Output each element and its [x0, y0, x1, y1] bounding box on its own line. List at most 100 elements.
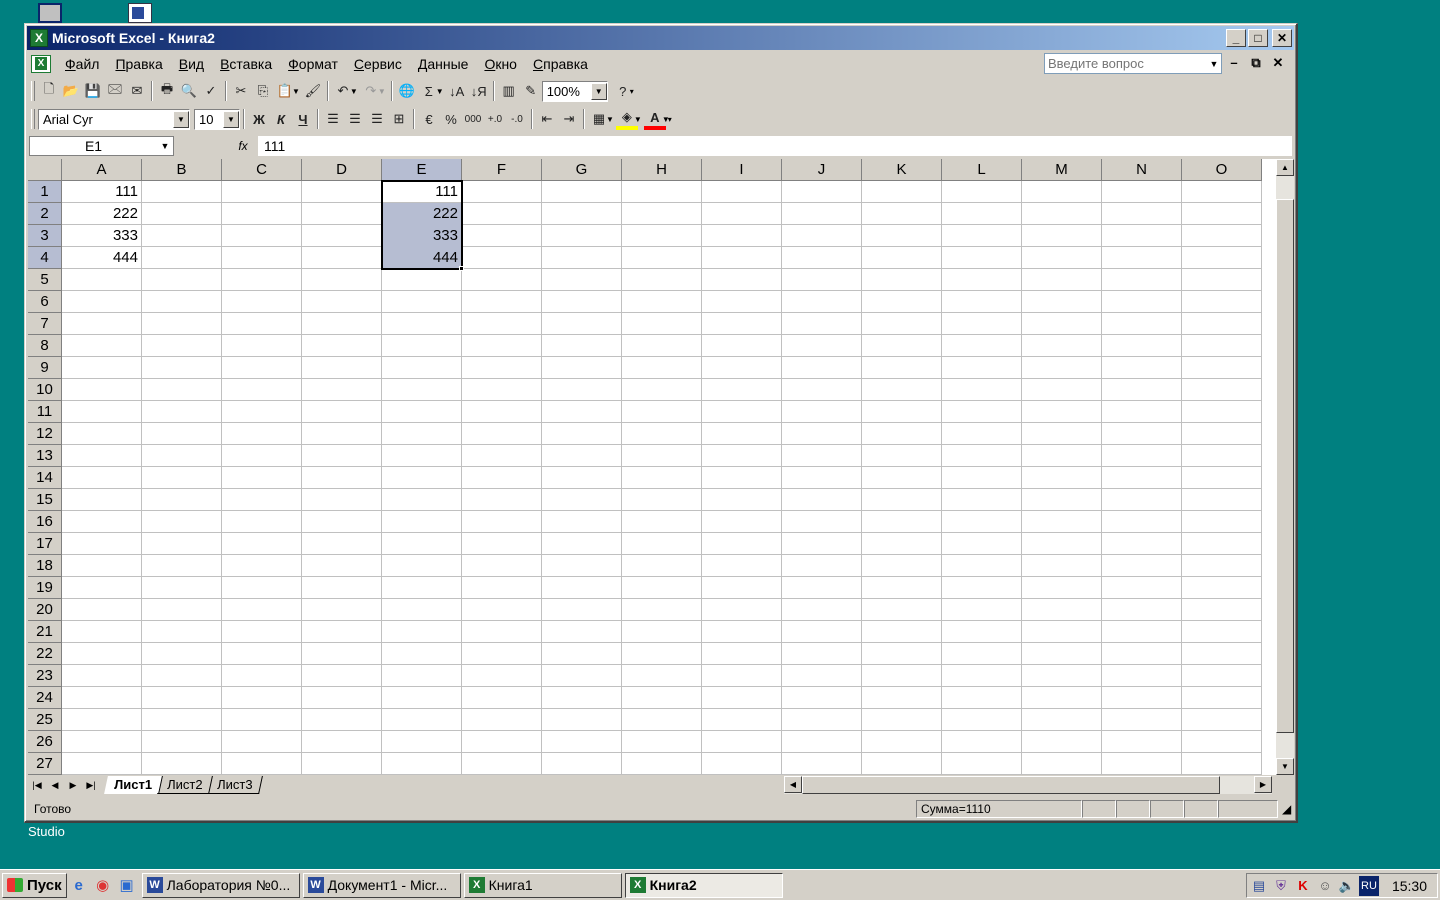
- toolbar-grip[interactable]: [31, 109, 35, 129]
- scroll-left-icon[interactable]: ◀: [784, 776, 802, 793]
- row-header-13[interactable]: 13: [28, 445, 62, 467]
- close-button[interactable]: ✕: [1272, 29, 1292, 47]
- maximize-button[interactable]: □: [1248, 29, 1268, 47]
- format-painter-icon[interactable]: 🖌: [302, 80, 324, 102]
- cell-a4[interactable]: 444: [62, 247, 142, 269]
- menu-format[interactable]: Формат: [280, 54, 346, 74]
- vertical-scroll-thumb[interactable]: [1276, 199, 1294, 733]
- row-header-23[interactable]: 23: [28, 665, 62, 687]
- menu-window[interactable]: Окно: [476, 54, 525, 74]
- font-size-select[interactable]: 10 ▼: [194, 108, 240, 130]
- excel-app-icon[interactable]: X: [30, 29, 48, 47]
- help-search-input[interactable]: [1045, 56, 1207, 71]
- chevron-down-icon[interactable]: ▼: [173, 110, 189, 128]
- menu-insert[interactable]: Вставка: [212, 54, 280, 74]
- desktop-word-icon[interactable]: [128, 3, 152, 23]
- font-name-select[interactable]: Arial Cyr ▼: [38, 108, 190, 130]
- chevron-down-icon[interactable]: ▼: [378, 87, 386, 96]
- row-header-1[interactable]: 1: [28, 181, 62, 203]
- column-header-i[interactable]: I: [702, 159, 782, 181]
- column-header-d[interactable]: D: [302, 159, 382, 181]
- row-header-2[interactable]: 2: [28, 203, 62, 225]
- network-icon[interactable]: ▤: [1249, 876, 1269, 896]
- sheet-tab-2[interactable]: Лист2: [157, 776, 214, 794]
- increase-indent-icon[interactable]: ⇥: [558, 108, 580, 130]
- spelling-icon[interactable]: ✓: [200, 80, 222, 102]
- toolbar-options-icon[interactable]: ▾: [668, 115, 672, 124]
- align-right-icon[interactable]: ☰: [366, 108, 388, 130]
- sort-ascending-icon[interactable]: ↓A: [446, 80, 468, 102]
- clock[interactable]: 15:30: [1392, 878, 1427, 894]
- column-header-l[interactable]: L: [942, 159, 1022, 181]
- row-header-8[interactable]: 8: [28, 335, 62, 357]
- chevron-down-icon[interactable]: ▼: [157, 141, 173, 151]
- print-icon[interactable]: 🖶: [156, 80, 178, 102]
- horizontal-scrollbar[interactable]: ◀ ▶: [784, 776, 1272, 794]
- row-header-4[interactable]: 4: [28, 247, 62, 269]
- sheet-tab-1[interactable]: Лист1: [104, 776, 163, 794]
- fill-handle[interactable]: [459, 266, 464, 271]
- chevron-down-icon[interactable]: ▼: [292, 87, 300, 96]
- menu-file[interactable]: Файл: [57, 54, 107, 74]
- menu-edit[interactable]: Правка: [107, 54, 170, 74]
- insert-function-button[interactable]: fx: [228, 139, 258, 153]
- chart-wizard-icon[interactable]: ▥: [498, 80, 520, 102]
- row-header-20[interactable]: 20: [28, 599, 62, 621]
- merge-center-icon[interactable]: ⊞: [388, 108, 410, 130]
- row-header-14[interactable]: 14: [28, 467, 62, 489]
- save-icon[interactable]: 💾: [82, 80, 104, 102]
- row-header-12[interactable]: 12: [28, 423, 62, 445]
- row-header-25[interactable]: 25: [28, 709, 62, 731]
- italic-button[interactable]: К: [270, 108, 292, 130]
- cut-icon[interactable]: ✂: [230, 80, 252, 102]
- drawing-icon[interactable]: ✎: [520, 80, 542, 102]
- task-book2[interactable]: X Книга2: [624, 872, 783, 898]
- toolbar-options-icon[interactable]: ▾: [630, 87, 634, 96]
- status-sum[interactable]: Сумма=1110: [916, 800, 1082, 818]
- toolbar-grip[interactable]: [31, 81, 35, 101]
- task-lab-document[interactable]: W Лаборатория №0...: [141, 872, 300, 898]
- row-header-15[interactable]: 15: [28, 489, 62, 511]
- prev-sheet-icon[interactable]: ◀: [46, 776, 64, 794]
- open-icon[interactable]: 📂: [60, 80, 82, 102]
- underline-button[interactable]: Ч: [292, 108, 314, 130]
- new-icon[interactable]: 🗋: [38, 80, 60, 102]
- permission-icon[interactable]: 🖂: [104, 80, 126, 102]
- volume-icon[interactable]: 🔈: [1337, 876, 1357, 896]
- formula-input[interactable]: 111: [258, 136, 1292, 156]
- decrease-indent-icon[interactable]: ⇤: [536, 108, 558, 130]
- scroll-down-icon[interactable]: ▼: [1276, 758, 1294, 775]
- row-header-19[interactable]: 19: [28, 577, 62, 599]
- chevron-down-icon[interactable]: ▼: [606, 115, 614, 124]
- menu-data[interactable]: Данные: [410, 54, 477, 74]
- desktop-label-studio[interactable]: Studio: [28, 824, 65, 839]
- row-header-5[interactable]: 5: [28, 269, 62, 291]
- chevron-down-icon[interactable]: ▼: [223, 110, 239, 128]
- increase-decimal-icon[interactable]: +.0: [484, 108, 506, 130]
- column-header-b[interactable]: B: [142, 159, 222, 181]
- email-icon[interactable]: ✉: [126, 80, 148, 102]
- chevron-down-icon[interactable]: ▼: [436, 87, 444, 96]
- row-header-24[interactable]: 24: [28, 687, 62, 709]
- row-header-26[interactable]: 26: [28, 731, 62, 753]
- menu-help[interactable]: Справка: [525, 54, 596, 74]
- row-header-22[interactable]: 22: [28, 643, 62, 665]
- help-search-box[interactable]: ▼: [1044, 53, 1222, 74]
- column-header-f[interactable]: F: [462, 159, 542, 181]
- sort-descending-icon[interactable]: ↓Я: [468, 80, 490, 102]
- column-header-c[interactable]: C: [222, 159, 302, 181]
- column-header-j[interactable]: J: [782, 159, 862, 181]
- security-icon[interactable]: ⛨: [1271, 876, 1291, 896]
- select-all-corner[interactable]: [28, 159, 62, 181]
- next-sheet-icon[interactable]: ▶: [64, 776, 82, 794]
- messenger-icon[interactable]: ☺: [1315, 876, 1335, 896]
- bold-button[interactable]: Ж: [248, 108, 270, 130]
- language-indicator[interactable]: RU: [1359, 875, 1379, 896]
- doc-minimize-button[interactable]: –: [1226, 55, 1242, 70]
- percent-button[interactable]: %: [440, 108, 462, 130]
- doc-restore-button[interactable]: ⧉: [1248, 55, 1264, 71]
- workbook-icon[interactable]: [31, 55, 51, 73]
- chevron-down-icon[interactable]: ▼: [634, 115, 642, 124]
- column-header-n[interactable]: N: [1102, 159, 1182, 181]
- row-header-27[interactable]: 27: [28, 753, 62, 775]
